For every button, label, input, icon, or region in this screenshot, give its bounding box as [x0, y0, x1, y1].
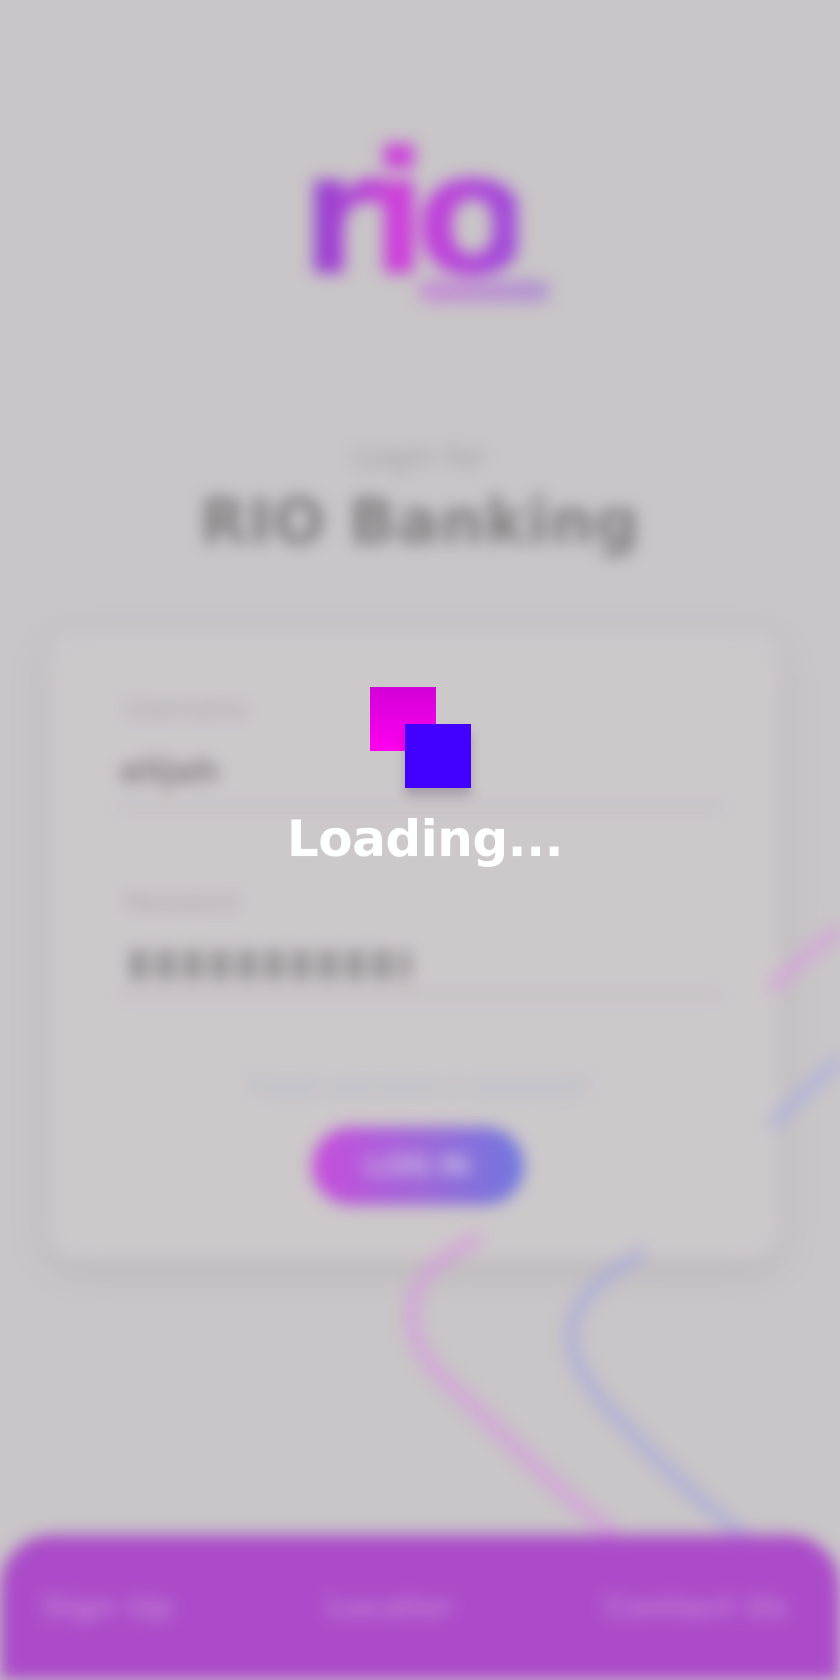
login-screen: rio Login for RIO Banking Username elija…	[0, 0, 840, 1680]
blurred-login-background: rio Login for RIO Banking Username elija…	[0, 0, 840, 1680]
bottom-nav-contact-us[interactable]: Contact Us	[604, 1590, 787, 1625]
bottom-nav-locator[interactable]: Locator	[326, 1590, 454, 1625]
decorative-line-graphic	[404, 923, 840, 1552]
bottom-nav-sign-up[interactable]: Sign Up	[42, 1590, 173, 1625]
